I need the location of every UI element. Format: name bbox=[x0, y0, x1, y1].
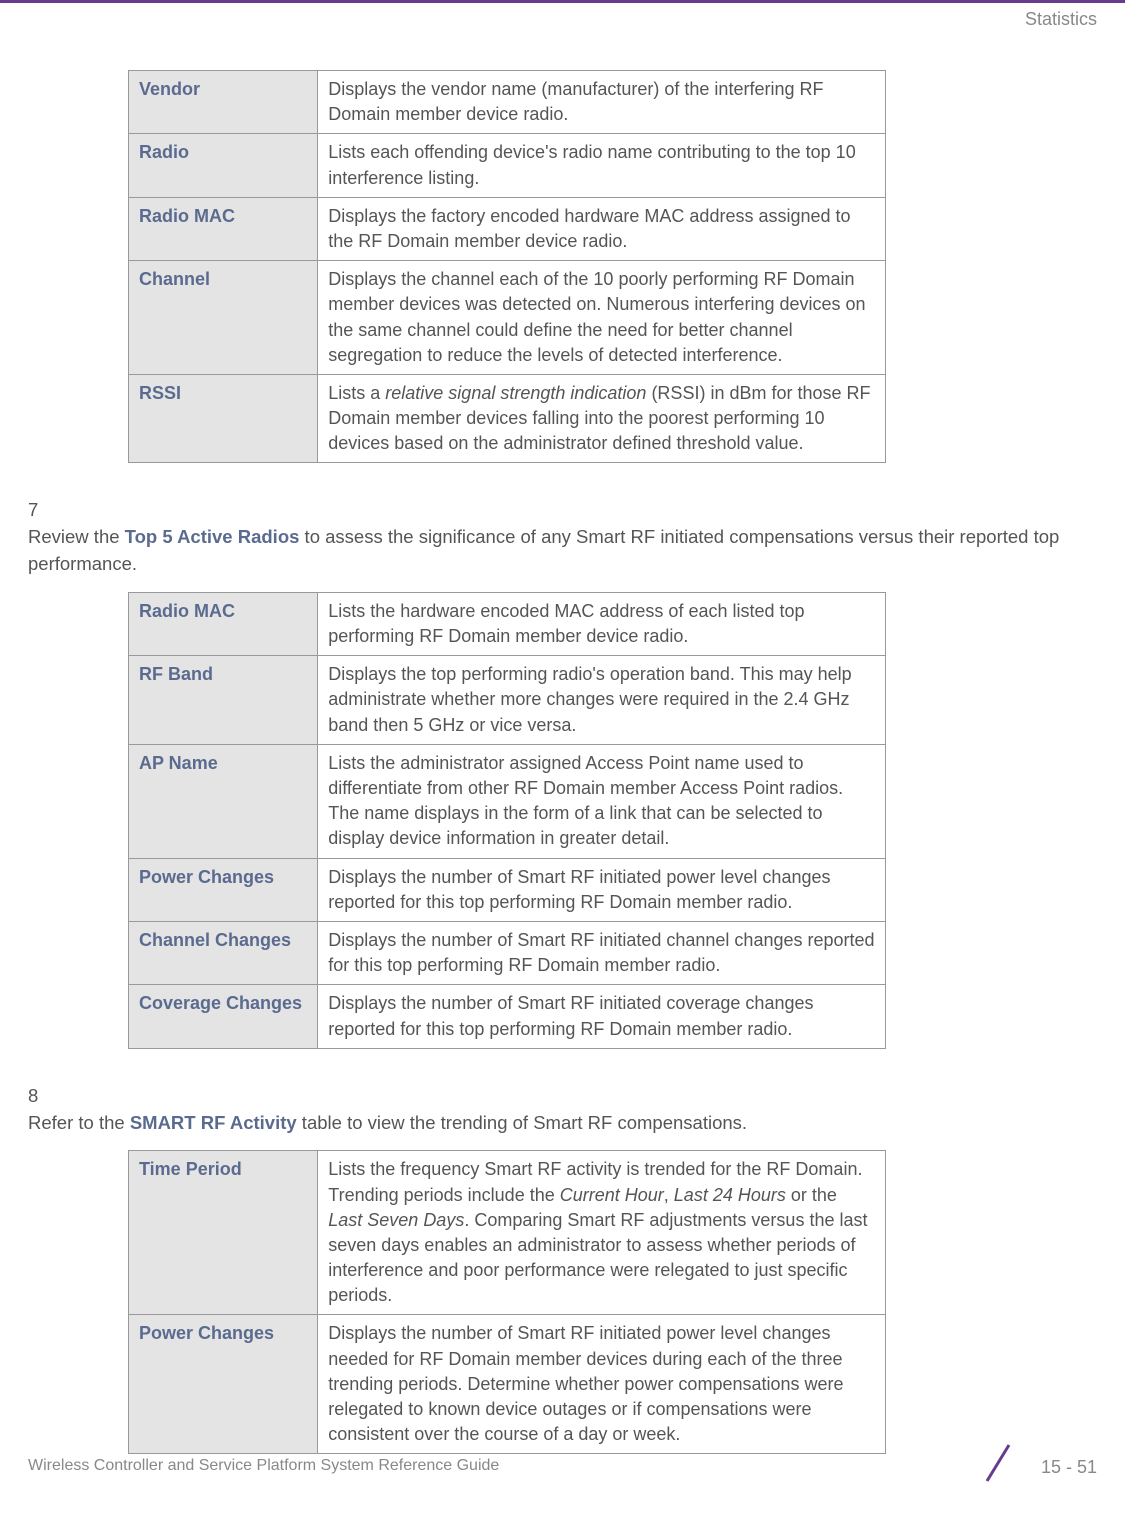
italic-text: Current Hour bbox=[560, 1185, 664, 1205]
text: Lists a bbox=[328, 383, 385, 403]
term-cell: RSSI bbox=[129, 374, 318, 463]
term-cell: Radio bbox=[129, 134, 318, 197]
italic-text: relative signal strength indication bbox=[385, 383, 646, 403]
table-row: Time Period Lists the frequency Smart RF… bbox=[129, 1151, 886, 1315]
table-row: Radio Lists each offending device's radi… bbox=[129, 134, 886, 197]
table-row: Vendor Displays the vendor name (manufac… bbox=[129, 71, 886, 134]
term-cell: Power Changes bbox=[129, 858, 318, 921]
desc-cell: Lists the frequency Smart RF activity is… bbox=[318, 1151, 886, 1315]
section-title: Statistics bbox=[1025, 9, 1097, 29]
term-cell: Vendor bbox=[129, 71, 318, 134]
page-header: Statistics bbox=[0, 0, 1125, 30]
table-row: RSSI Lists a relative signal strength in… bbox=[129, 374, 886, 463]
bold-term: Top 5 Active Radios bbox=[125, 526, 300, 547]
term-cell: Time Period bbox=[129, 1151, 318, 1315]
desc-cell: Lists the administrator assigned Access … bbox=[318, 744, 886, 858]
term-cell: Radio MAC bbox=[129, 592, 318, 655]
table-row: Channel Changes Displays the number of S… bbox=[129, 921, 886, 984]
term-cell: Power Changes bbox=[129, 1315, 318, 1454]
step-7: 7 Review the Top 5 Active Radios to asse… bbox=[28, 497, 1097, 577]
italic-text: Last Seven Days bbox=[328, 1210, 464, 1230]
term-cell: RF Band bbox=[129, 656, 318, 745]
term-cell: AP Name bbox=[129, 744, 318, 858]
table-row: Power Changes Displays the number of Sma… bbox=[129, 858, 886, 921]
desc-cell: Displays the top performing radio's oper… bbox=[318, 656, 886, 745]
step-body: Refer to the SMART RF Activity table to … bbox=[28, 1110, 1068, 1137]
table-top-radios: Radio MAC Lists the hardware encoded MAC… bbox=[128, 592, 886, 1049]
term-cell: Channel Changes bbox=[129, 921, 318, 984]
desc-cell: Displays the number of Smart RF initiate… bbox=[318, 858, 886, 921]
table-row: RF Band Displays the top performing radi… bbox=[129, 656, 886, 745]
desc-cell: Lists the hardware encoded MAC address o… bbox=[318, 592, 886, 655]
desc-cell: Displays the channel each of the 10 poor… bbox=[318, 261, 886, 375]
slash-icon bbox=[981, 1441, 1015, 1485]
table-interferers: Vendor Displays the vendor name (manufac… bbox=[128, 70, 886, 463]
text: table to view the trending of Smart RF c… bbox=[297, 1112, 747, 1133]
text: Refer to the bbox=[28, 1112, 130, 1133]
desc-cell: Displays the vendor name (manufacturer) … bbox=[318, 71, 886, 134]
term-cell: Radio MAC bbox=[129, 197, 318, 260]
bold-term: SMART RF Activity bbox=[130, 1112, 297, 1133]
table-row: Channel Displays the channel each of the… bbox=[129, 261, 886, 375]
step-8: 8 Refer to the SMART RF Activity table t… bbox=[28, 1083, 1097, 1137]
italic-text: Last 24 Hours bbox=[674, 1185, 786, 1205]
desc-cell: Displays the number of Smart RF initiate… bbox=[318, 921, 886, 984]
page-number: 15 - 51 bbox=[1041, 1457, 1097, 1478]
text: , bbox=[664, 1185, 674, 1205]
text: Review the bbox=[28, 526, 125, 547]
desc-cell: Displays the number of Smart RF initiate… bbox=[318, 1315, 886, 1454]
text: or the bbox=[786, 1185, 837, 1205]
footer-title: Wireless Controller and Service Platform… bbox=[28, 1457, 499, 1475]
desc-cell: Displays the factory encoded hardware MA… bbox=[318, 197, 886, 260]
table-row: Radio MAC Displays the factory encoded h… bbox=[129, 197, 886, 260]
table-smart-rf-activity: Time Period Lists the frequency Smart RF… bbox=[128, 1150, 886, 1454]
term-cell: Coverage Changes bbox=[129, 985, 318, 1048]
desc-cell: Displays the number of Smart RF initiate… bbox=[318, 985, 886, 1048]
page-footer: Wireless Controller and Service Platform… bbox=[28, 1447, 1097, 1487]
step-number: 8 bbox=[28, 1083, 56, 1110]
term-cell: Channel bbox=[129, 261, 318, 375]
desc-cell: Lists each offending device's radio name… bbox=[318, 134, 886, 197]
desc-cell: Lists a relative signal strength indicat… bbox=[318, 374, 886, 463]
table-row: Coverage Changes Displays the number of … bbox=[129, 985, 886, 1048]
page-content: Vendor Displays the vendor name (manufac… bbox=[0, 30, 1125, 1454]
step-number: 7 bbox=[28, 497, 56, 524]
table-row: AP Name Lists the administrator assigned… bbox=[129, 744, 886, 858]
table-row: Power Changes Displays the number of Sma… bbox=[129, 1315, 886, 1454]
table-row: Radio MAC Lists the hardware encoded MAC… bbox=[129, 592, 886, 655]
step-body: Review the Top 5 Active Radios to assess… bbox=[28, 524, 1068, 578]
